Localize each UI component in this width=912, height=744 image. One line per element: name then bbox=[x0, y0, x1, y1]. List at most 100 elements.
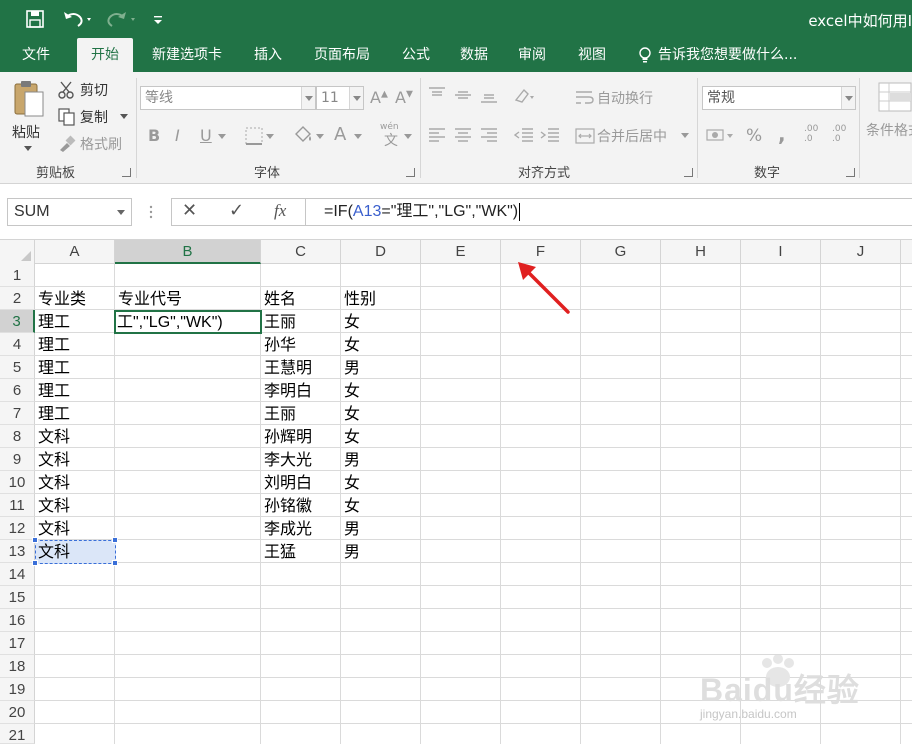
insert-function-icon[interactable]: fx bbox=[274, 201, 286, 221]
tab-data[interactable]: 数据 bbox=[450, 38, 498, 72]
cell-d10[interactable]: 女 bbox=[341, 471, 420, 494]
cell-d8[interactable]: 女 bbox=[341, 425, 420, 448]
row-header[interactable]: 12 bbox=[0, 517, 35, 540]
row-header[interactable]: 21 bbox=[0, 724, 35, 744]
row-header[interactable]: 14 bbox=[0, 563, 35, 586]
cell-d9[interactable]: 男 bbox=[341, 448, 420, 471]
column-header-i[interactable]: I bbox=[741, 240, 821, 264]
tab-home[interactable]: 开始 bbox=[77, 38, 133, 72]
row-header[interactable]: 17 bbox=[0, 632, 35, 655]
row-header[interactable]: 8 bbox=[0, 425, 35, 448]
chevron-down-icon[interactable] bbox=[316, 134, 324, 140]
cell-a9[interactable]: 文科 bbox=[35, 448, 114, 471]
underline-button[interactable]: U bbox=[200, 126, 212, 145]
cell-d4[interactable]: 女 bbox=[341, 333, 420, 356]
cell-c5[interactable]: 王慧明 bbox=[261, 356, 340, 379]
cell-a13[interactable]: 文科 bbox=[35, 540, 114, 563]
cell-a10[interactable]: 文科 bbox=[35, 471, 114, 494]
chevron-down-icon[interactable] bbox=[354, 134, 362, 140]
font-size-combo[interactable]: 11 bbox=[316, 86, 364, 110]
enter-icon[interactable]: ✓ bbox=[229, 200, 244, 221]
copy-button[interactable]: 复制 bbox=[58, 107, 130, 127]
cell-d3[interactable]: 女 bbox=[341, 310, 420, 333]
align-bottom-icon[interactable] bbox=[480, 86, 498, 104]
cell-c2[interactable]: 姓名 bbox=[261, 287, 340, 310]
cell-c7[interactable]: 王丽 bbox=[261, 402, 340, 425]
cell-d13[interactable]: 男 bbox=[341, 540, 420, 563]
cell-c4[interactable]: 孙华 bbox=[261, 333, 340, 356]
font-name-combo[interactable]: 等线 bbox=[140, 86, 316, 110]
wrap-text-button[interactable]: 自动换行 bbox=[575, 88, 685, 108]
cell-d6[interactable]: 女 bbox=[341, 379, 420, 402]
cell-c12[interactable]: 李成光 bbox=[261, 517, 340, 540]
row-header[interactable]: 20 bbox=[0, 701, 35, 724]
cell-a12[interactable]: 文科 bbox=[35, 517, 114, 540]
cell-b3[interactable]: 工","LG","WK") bbox=[116, 311, 260, 334]
column-header-b[interactable]: B bbox=[115, 240, 261, 264]
cell-d2[interactable]: 性别 bbox=[341, 287, 420, 310]
row-header[interactable]: 15 bbox=[0, 586, 35, 609]
column-header-h[interactable]: H bbox=[661, 240, 741, 264]
row-header[interactable]: 19 bbox=[0, 678, 35, 701]
cell-c13[interactable]: 王猛 bbox=[261, 540, 340, 563]
borders-icon[interactable] bbox=[244, 126, 264, 146]
comma-button[interactable]: , bbox=[778, 122, 786, 146]
cell-a8[interactable]: 文科 bbox=[35, 425, 114, 448]
conditional-format-label[interactable]: 条件格式 bbox=[866, 120, 912, 140]
font-color-button[interactable]: A bbox=[334, 124, 346, 145]
cell-c6[interactable]: 李明白 bbox=[261, 379, 340, 402]
row-header[interactable]: 9 bbox=[0, 448, 35, 471]
grow-font-icon[interactable]: A▲ bbox=[370, 88, 388, 107]
cell-d11[interactable]: 女 bbox=[341, 494, 420, 517]
row-header[interactable]: 18 bbox=[0, 655, 35, 678]
number-format-combo[interactable]: 常规 bbox=[702, 86, 856, 110]
cancel-icon[interactable]: ✕ bbox=[182, 200, 197, 221]
cell-a5[interactable]: 理工 bbox=[35, 356, 114, 379]
cell-c10[interactable]: 刘明白 bbox=[261, 471, 340, 494]
row-header[interactable]: 7 bbox=[0, 402, 35, 425]
italic-button[interactable]: I bbox=[175, 126, 180, 145]
shrink-font-icon[interactable]: A▼ bbox=[395, 88, 413, 107]
cell-a11[interactable]: 文科 bbox=[35, 494, 114, 517]
bold-button[interactable]: B bbox=[148, 126, 160, 145]
row-header[interactable]: 11 bbox=[0, 494, 35, 517]
row-header[interactable]: 5 bbox=[0, 356, 35, 379]
tab-page-layout[interactable]: 页面布局 bbox=[302, 38, 382, 72]
cell-c11[interactable]: 孙铭徽 bbox=[261, 494, 340, 517]
tab-formulas[interactable]: 公式 bbox=[392, 38, 440, 72]
tab-new[interactable]: 新建选项卡 bbox=[140, 38, 234, 72]
column-header-d[interactable]: D bbox=[341, 240, 421, 264]
tab-review[interactable]: 审阅 bbox=[508, 38, 556, 72]
name-box[interactable]: SUM bbox=[7, 198, 132, 226]
drag-handle-icon[interactable] bbox=[148, 203, 154, 221]
chevron-down-icon[interactable] bbox=[266, 134, 274, 140]
undo-icon[interactable] bbox=[62, 8, 94, 30]
decrease-decimal-button[interactable]: .00 .0 bbox=[832, 124, 856, 144]
number-launcher-icon[interactable] bbox=[846, 168, 855, 177]
select-all-button[interactable] bbox=[0, 240, 35, 264]
increase-decimal-button[interactable]: .00 .0 bbox=[804, 124, 828, 144]
cell-d12[interactable]: 男 bbox=[341, 517, 420, 540]
cell-c3[interactable]: 王丽 bbox=[261, 310, 340, 333]
align-top-icon[interactable] bbox=[428, 86, 446, 104]
chevron-down-icon[interactable] bbox=[404, 134, 412, 140]
tell-me-search[interactable]: 告诉我您想要做什么... bbox=[636, 38, 812, 72]
fill-color-icon[interactable] bbox=[292, 124, 314, 146]
column-header-j[interactable]: J bbox=[821, 240, 901, 264]
cell-a2[interactable]: 专业类 bbox=[35, 287, 114, 310]
cell-a3[interactable]: 理工 bbox=[35, 310, 114, 333]
tab-view[interactable]: 视图 bbox=[568, 38, 616, 72]
row-header[interactable]: 10 bbox=[0, 471, 35, 494]
chevron-down-icon[interactable] bbox=[218, 134, 226, 140]
align-left-icon[interactable] bbox=[428, 126, 446, 144]
column-header-c[interactable]: C bbox=[261, 240, 341, 264]
row-header[interactable]: 4 bbox=[0, 333, 35, 356]
increase-indent-icon[interactable] bbox=[540, 126, 560, 144]
orientation-icon[interactable] bbox=[514, 86, 536, 104]
formula-input[interactable]: =IF(A13="理工","LG","WK") bbox=[306, 198, 912, 226]
cell-a7[interactable]: 理工 bbox=[35, 402, 114, 425]
cell-d7[interactable]: 女 bbox=[341, 402, 420, 425]
accounting-format-icon[interactable] bbox=[706, 126, 736, 146]
cell-d5[interactable]: 男 bbox=[341, 356, 420, 379]
row-header[interactable]: 16 bbox=[0, 609, 35, 632]
